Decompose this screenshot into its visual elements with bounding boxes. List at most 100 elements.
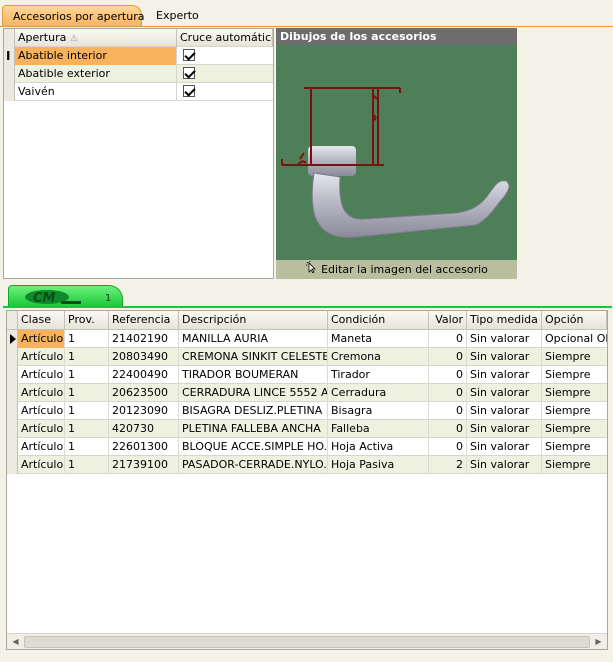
apertura-row[interactable]: Vaivén (4, 83, 273, 101)
valor-cell[interactable]: 0 (429, 330, 467, 348)
checkbox-checked-icon[interactable] (183, 85, 195, 97)
table-row[interactable]: Artículo 1 22400490 TIRADOR BOUMERAN Tir… (7, 366, 607, 384)
descripcion-cell[interactable]: PLETINA FALLEBA ANCHA (179, 420, 328, 438)
clase-cell[interactable]: Artículo (18, 348, 65, 366)
tipo-medida-cell[interactable]: Sin valorar (467, 402, 542, 420)
table-row[interactable]: Artículo 1 20623500 CERRADURA LINCE 5552… (7, 384, 607, 402)
opcion-cell[interactable]: Siempre (542, 438, 607, 456)
column-header-cruce[interactable]: Cruce automático (177, 29, 273, 47)
prov-cell[interactable]: 1 (65, 384, 109, 402)
opcion-cell[interactable]: Siempre (542, 366, 607, 384)
descripcion-cell[interactable]: MANILLA AURIA (179, 330, 328, 348)
table-row[interactable]: Artículo 1 22601300 BLOQUE ACCE.SIMPLE H… (7, 438, 607, 456)
condicion-cell[interactable]: Falleba (328, 420, 429, 438)
condicion-cell[interactable]: Cremona (328, 348, 429, 366)
referencia-cell[interactable]: 20623500 (109, 384, 179, 402)
condicion-cell[interactable]: Tirador (328, 366, 429, 384)
valor-cell[interactable]: 0 (429, 384, 467, 402)
clase-cell[interactable]: Artículo (18, 366, 65, 384)
table-row[interactable]: Artículo 1 20803490 CREMONA SINKIT CELES… (7, 348, 607, 366)
column-header-opcion[interactable]: Opción (542, 311, 607, 329)
tab-experto[interactable]: Experto (146, 5, 209, 27)
column-header-referencia[interactable]: Referencia (109, 311, 179, 329)
checkbox-checked-icon[interactable] (183, 49, 195, 61)
referencia-cell[interactable]: 20803490 (109, 348, 179, 366)
clase-cell[interactable]: Artículo (18, 330, 65, 348)
referencia-cell[interactable]: 22601300 (109, 438, 179, 456)
checkbox-checked-icon[interactable] (183, 67, 195, 79)
column-header-apertura[interactable]: Apertura ⚠ (15, 29, 177, 47)
clase-cell[interactable]: Artículo (18, 438, 65, 456)
opcion-cell[interactable]: Siempre (542, 456, 607, 474)
prov-cell[interactable]: 1 (65, 402, 109, 420)
opcion-cell[interactable]: Siempre (542, 348, 607, 366)
column-header-condicion[interactable]: Condición (328, 311, 429, 329)
referencia-cell[interactable]: 20123090 (109, 402, 179, 420)
cruce-cell[interactable] (177, 47, 273, 65)
scroll-right-icon[interactable]: ▶ (591, 635, 606, 649)
tipo-medida-cell[interactable]: Sin valorar (467, 348, 542, 366)
opcion-cell[interactable]: Siempre (542, 384, 607, 402)
condicion-cell[interactable]: Hoja Activa (328, 438, 429, 456)
apertura-row[interactable]: Abatible exterior (4, 65, 273, 83)
referencia-cell[interactable]: 420730 (109, 420, 179, 438)
table-row[interactable]: Artículo 1 20123090 BISAGRA DESLIZ.PLETI… (7, 402, 607, 420)
referencia-cell[interactable]: 22400490 (109, 366, 179, 384)
column-header-clase[interactable]: Clase (18, 311, 65, 329)
condicion-cell[interactable]: Cerradura (328, 384, 429, 402)
valor-cell[interactable]: 0 (429, 438, 467, 456)
apertura-cell[interactable]: Abatible exterior (15, 65, 177, 83)
valor-cell[interactable]: 0 (429, 348, 467, 366)
tipo-medida-cell[interactable]: Sin valorar (467, 420, 542, 438)
column-header-valor[interactable]: Valor (429, 311, 467, 329)
valor-cell[interactable]: 2 (429, 456, 467, 474)
cruce-cell[interactable] (177, 65, 273, 83)
descripcion-cell[interactable]: TIRADOR BOUMERAN (179, 366, 328, 384)
descripcion-cell[interactable]: BLOQUE ACCE.SIMPLE HO... (179, 438, 328, 456)
descripcion-cell[interactable]: CERRADURA LINCE 5552 AA (179, 384, 328, 402)
prov-cell[interactable]: 1 (65, 366, 109, 384)
opcion-cell[interactable]: Siempre (542, 402, 607, 420)
condicion-cell[interactable]: Bisagra (328, 402, 429, 420)
clase-cell[interactable]: Artículo (18, 456, 65, 474)
valor-cell[interactable]: 0 (429, 420, 467, 438)
column-header-descripcion[interactable]: Descripción (179, 311, 328, 329)
descripcion-cell[interactable]: BISAGRA DESLIZ.PLETINA ... (179, 402, 328, 420)
apertura-row[interactable]: I Abatible interior (4, 47, 273, 65)
clase-cell[interactable]: Artículo (18, 420, 65, 438)
apertura-cell[interactable]: Vaivén (15, 83, 177, 101)
prov-cell[interactable]: 1 (65, 456, 109, 474)
tipo-medida-cell[interactable]: Sin valorar (467, 384, 542, 402)
descripcion-cell[interactable]: PASADOR-CERRADE.NYLO... (179, 456, 328, 474)
prov-cell[interactable]: 1 (65, 330, 109, 348)
scrollbar-thumb[interactable] (24, 636, 590, 648)
referencia-cell[interactable]: 21402190 (109, 330, 179, 348)
tipo-medida-cell[interactable]: Sin valorar (467, 438, 542, 456)
cruce-cell[interactable] (177, 83, 273, 101)
valor-cell[interactable]: 0 (429, 402, 467, 420)
prov-cell[interactable]: 1 (65, 348, 109, 366)
clase-cell[interactable]: Artículo (18, 402, 65, 420)
horizontal-scrollbar[interactable]: ◀ ▶ (7, 633, 607, 649)
tipo-medida-cell[interactable]: Sin valorar (467, 366, 542, 384)
tab-accesorios-por-apertura[interactable]: Accesorios por apertura (2, 5, 144, 27)
edit-accessory-image-button[interactable]: Editar la imagen del accesorio (276, 260, 517, 279)
descripcion-cell[interactable]: CREMONA SINKIT CELESTE... (179, 348, 328, 366)
valor-cell[interactable]: 0 (429, 366, 467, 384)
condicion-cell[interactable]: Hoja Pasiva (328, 456, 429, 474)
opcion-cell[interactable]: Siempre (542, 420, 607, 438)
column-header-tipo-medida[interactable]: Tipo medida (467, 311, 542, 329)
prov-cell[interactable]: 1 (65, 420, 109, 438)
table-row[interactable]: Artículo 1 21739100 PASADOR-CERRADE.NYLO… (7, 456, 607, 474)
apertura-cell[interactable]: Abatible interior (15, 47, 177, 65)
prov-cell[interactable]: 1 (65, 438, 109, 456)
tab-cm-logo[interactable]: CM 1 (8, 285, 123, 307)
column-header-prov[interactable]: Prov. (65, 311, 109, 329)
scroll-left-icon[interactable]: ◀ (8, 635, 23, 649)
clase-cell[interactable]: Artículo (18, 384, 65, 402)
opcion-cell[interactable]: Opcional Obl (542, 330, 607, 348)
condicion-cell[interactable]: Maneta (328, 330, 429, 348)
tipo-medida-cell[interactable]: Sin valorar (467, 456, 542, 474)
tipo-medida-cell[interactable]: Sin valorar (467, 330, 542, 348)
table-row[interactable]: Artículo 1 21402190 MANILLA AURIA Maneta… (7, 330, 607, 348)
